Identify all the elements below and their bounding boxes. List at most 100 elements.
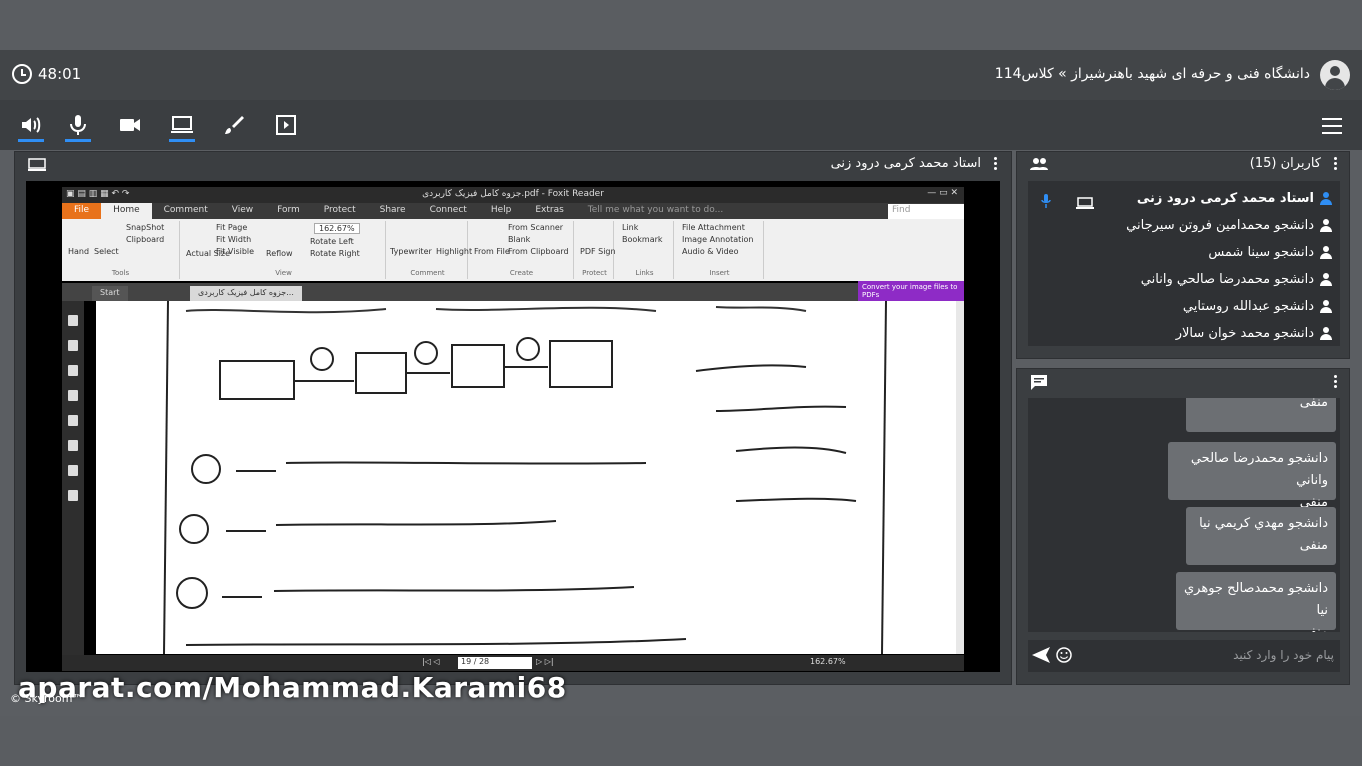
ribbon-tab-share[interactable]: Share [368,203,418,219]
skyroom-branding: © Skyroom™ [10,692,84,705]
chat-message: منفی [1186,398,1336,432]
ribbon-tab-comment[interactable]: Comment [152,203,220,219]
user-row[interactable]: دانشجو عبدالله روستايي [1183,293,1332,319]
fit-width-button[interactable]: Fit Width [216,235,251,244]
ribbon-tab-connect[interactable]: Connect [418,203,479,219]
pdf-page [96,300,956,655]
tell-me-box[interactable]: Tell me what you want to do... [576,203,735,219]
presentation-icon[interactable] [273,112,299,138]
user-avatar-icon[interactable] [1320,60,1350,90]
comment-group-label: Comment [410,269,445,277]
rotate-right-button[interactable]: Rotate Right [310,249,360,258]
toolbar [0,100,1362,150]
user-name: دانشجو عبدالله روستايي [1182,298,1314,314]
pdf-sign-button[interactable]: PDF Sign [580,247,616,256]
view-group-label: View [275,269,292,277]
typewriter-button[interactable]: Typewriter [390,247,432,256]
window-close-icon[interactable]: — ▭ ✕ [927,188,958,198]
page-nav-prev-icon[interactable]: |◁ ◁ [422,657,440,666]
signature-icon[interactable] [68,440,78,451]
monitor-icon [28,157,46,176]
microphone-icon[interactable] [65,112,91,142]
file-attachment-button[interactable]: File Attachment [682,223,745,232]
security-icon[interactable] [68,465,78,476]
ribbon-tab-file[interactable]: File [62,203,102,219]
fit-page-button[interactable]: Fit Page [216,223,247,232]
snapshot-tool[interactable]: SnapShot [126,223,164,232]
user-row[interactable]: دانشجو سينا شمس [1208,239,1332,265]
protect-group-label: Protect [582,269,607,277]
doc-tab-current[interactable]: جزوه کامل فیزیک کاربردی... [190,286,302,301]
pdf-scrollbar[interactable] [956,301,964,654]
link-button[interactable]: Link [622,223,638,232]
person-icon [1320,191,1332,205]
bookmarks-icon[interactable] [68,340,78,351]
foxit-side-panel [62,301,84,655]
zoom-select[interactable]: 162.67% [314,223,360,234]
layers-icon[interactable] [68,365,78,376]
from-clipboard-button[interactable]: From Clipboard [508,247,569,256]
chat-message: دانشجو محمدصالح جوهري نيا منفی [1176,572,1336,632]
users-list: استاد محمد کرمی درود زنی دانشجو محمدامين… [1028,181,1340,346]
foxit-ribbon-tabs: File Home Comment View Form Protect Shar… [62,203,964,219]
rotate-left-button[interactable]: Rotate Left [310,237,354,246]
ribbon-group-comment: Typewriter Highlight Comment [388,221,472,279]
menu-icon[interactable] [1322,118,1342,134]
user-name: دانشجو سينا شمس [1208,244,1314,260]
from-file-button[interactable]: From File [474,247,510,256]
pen-icon[interactable] [68,490,78,501]
ribbon-tab-form[interactable]: Form [265,203,312,219]
page-number-input[interactable]: 19 / 28 [458,657,532,669]
ribbon-tab-extras[interactable]: Extras [523,203,575,219]
tools-group-label: Tools [111,269,130,277]
foxit-window-title: جزوه کامل فیزیک کاربردی.pdf - Foxit Read… [422,189,604,199]
screen-share-icon[interactable] [169,112,195,142]
chat-input-field[interactable]: پیام خود را وارد کنید [1028,640,1340,672]
users-group-icon [1030,156,1048,175]
shared-screen: ▣ ▤ ▥ ▦ ↶ ↷ جزوه کامل فیزیک کاربردی.pdf … [26,181,1000,672]
user-row[interactable]: دانشجو محمدرضا صالحي واناني [1141,266,1332,292]
fit-visible-button[interactable]: Fit Visible [216,247,254,256]
user-name: دانشجو محمدرضا صالحي واناني [1140,271,1314,287]
user-name: دانشجو محمدامين فروتن سيرجاني [1126,217,1314,233]
emoji-icon[interactable] [1056,647,1072,667]
camera-icon[interactable] [117,112,143,138]
comments-icon[interactable] [68,390,78,401]
blank-button[interactable]: Blank [508,235,530,244]
ribbon-group-links: Link Bookmark Links [616,221,674,279]
convert-promo-banner[interactable]: Convert your image files to PDFs [858,281,964,301]
send-icon[interactable] [1032,647,1050,667]
doc-tab-start[interactable]: Start [92,286,128,301]
ribbon-tab-view[interactable]: View [220,203,265,219]
reflow-button[interactable]: Reflow [266,249,293,258]
find-input[interactable]: Find [888,204,964,219]
chat-more-icon[interactable] [1334,375,1338,389]
clipboard-tool[interactable]: Clipboard [126,235,164,244]
document-tabs: Start جزوه کامل فیزیک کاربردی... [62,283,964,301]
presenter-more-icon[interactable] [994,157,998,171]
brush-icon[interactable] [221,112,247,138]
breadcrumb[interactable]: دانشگاه فنی و حرفه ای شهید باهنرشیراز » … [995,66,1310,82]
status-zoom[interactable]: 162.67% [810,657,846,666]
chat-sender: دانشجو محمدرضا صالحي واناني [1190,451,1328,488]
ribbon-tab-help[interactable]: Help [479,203,524,219]
ribbon-tab-home[interactable]: Home [101,203,152,219]
clock-icon [12,64,32,84]
select-tool[interactable]: Select [94,247,119,256]
user-row[interactable]: استاد محمد کرمی درود زنی [1137,185,1332,211]
attachments-icon[interactable] [68,415,78,426]
audio-video-button[interactable]: Audio & Video [682,247,738,256]
speaker-icon[interactable] [18,112,44,142]
hand-tool[interactable]: Hand [68,247,89,256]
user-row[interactable]: دانشجو محمدامين فروتن سيرجاني [1126,212,1332,238]
bookmark-button[interactable]: Bookmark [622,235,663,244]
image-annotation-button[interactable]: Image Annotation [682,235,753,244]
user-row[interactable]: دانشجو محمد خوان سالار [1176,320,1332,346]
screen-share-icon [1076,194,1094,213]
page-nav-next-icon[interactable]: ▷ ▷| [536,657,554,666]
ribbon-tab-protect[interactable]: Protect [312,203,368,219]
pages-icon[interactable] [68,315,78,326]
from-scanner-button[interactable]: From Scanner [508,223,563,232]
users-more-icon[interactable] [1334,157,1338,171]
highlight-button[interactable]: Highlight [436,247,472,256]
